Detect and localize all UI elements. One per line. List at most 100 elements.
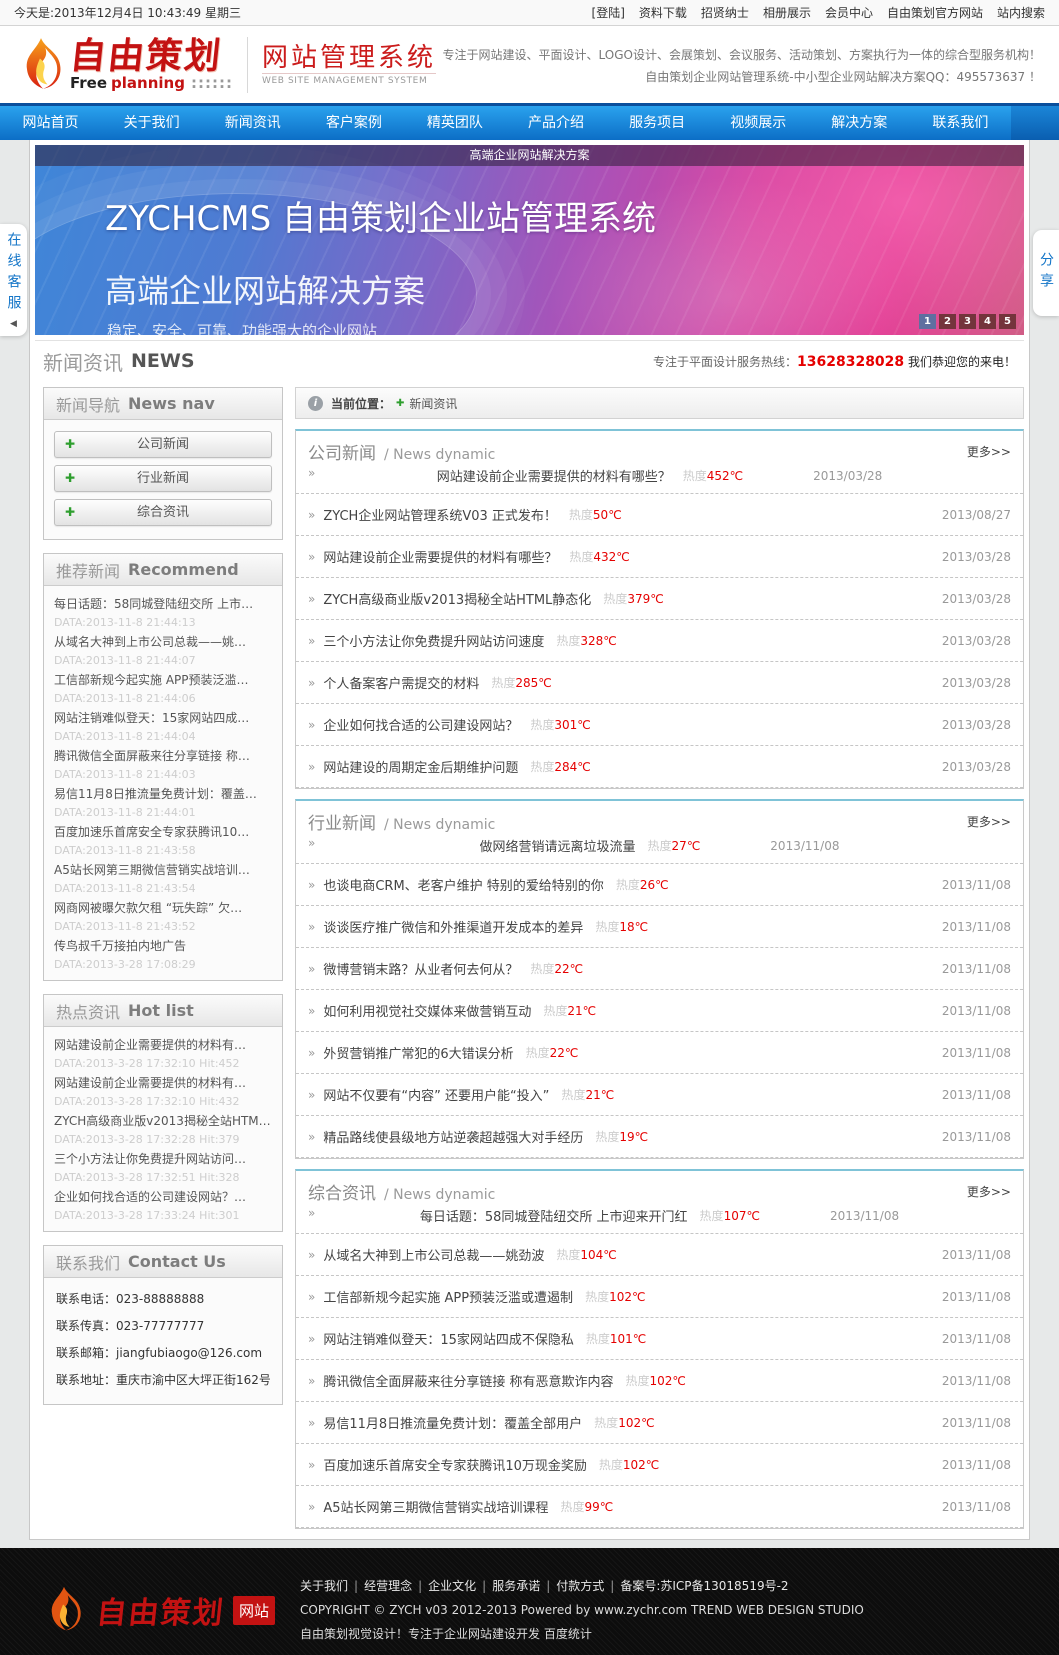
collapse-arrow-icon: ◀ xyxy=(10,318,17,329)
news-nav-title-cn: 新闻导航 xyxy=(56,395,121,415)
news-row-title[interactable]: 如何利用视觉社交媒体来做营销互动 xyxy=(323,1001,531,1020)
flame-icon xyxy=(51,1586,81,1631)
news-row-title[interactable]: 易信11月8日推流量免费计划：覆盖全部用户 xyxy=(323,1413,582,1432)
news-title[interactable]: ZYCH高级商业版v2013揭秘全站HTM… xyxy=(54,1111,272,1131)
nav-item[interactable]: 视频展示 xyxy=(708,106,809,140)
nav-item[interactable]: 客户案例 xyxy=(303,106,404,140)
news-row: » 网站建设前企业需要提供的材料有哪些？ 热度 452℃ 2013/03/28 xyxy=(296,464,1023,494)
double-arrow-icon: » xyxy=(308,1457,316,1472)
news-title[interactable]: 网站建设前企业需要提供的材料有… xyxy=(54,1073,272,1093)
news-row-title[interactable]: 企业如何找合适的公司建设网站？ xyxy=(323,715,518,734)
nav-item[interactable]: 网站首页 xyxy=(0,106,101,140)
news-row-title[interactable]: 网站建设前企业需要提供的材料有哪些？ xyxy=(437,466,671,485)
sidebar-nav-button[interactable]: ✚ 综合资讯 xyxy=(54,499,272,526)
news-title[interactable]: 网站建设前企业需要提供的材料有… xyxy=(54,1035,272,1055)
nav-item[interactable]: 产品介绍 xyxy=(505,106,606,140)
sidebar-nav-button[interactable]: ✚ 公司新闻 xyxy=(54,431,272,458)
news-row-title[interactable]: ZYCH企业网站管理系统V03 正式发布！ xyxy=(323,505,557,524)
news-row-title[interactable]: 做网络营销请远离垃圾流量 xyxy=(480,836,636,855)
footer-link[interactable]: 经营理念 xyxy=(364,1579,412,1593)
news-title[interactable]: 网商网被曝欠款欠租 “玩失踪” 欠… xyxy=(54,898,272,918)
nav-item[interactable]: 联系我们 xyxy=(910,106,1011,140)
heat-value: 21℃ xyxy=(585,1087,615,1102)
news-row-title[interactable]: 腾讯微信全面屏蔽来往分享链接 称有恶意欺诈内容 xyxy=(323,1371,613,1390)
news-row-title[interactable]: 谈谈医疗推广微信和外推渠道开发成本的差异 xyxy=(323,917,583,936)
share-tab[interactable]: 分享 xyxy=(1033,230,1059,316)
footer-link[interactable]: 关于我们 xyxy=(300,1579,348,1593)
news-row-title[interactable]: 网站不仅要有“内容” 还要用户能“投入” xyxy=(323,1085,549,1104)
news-row-title[interactable]: 网站建设前企业需要提供的材料有哪些？ xyxy=(323,547,557,566)
online-service-tab[interactable]: 在线客服 ◀ xyxy=(0,224,27,336)
heat-value: 102℃ xyxy=(622,1457,660,1472)
news-block: 综合资讯 / News dynamic 更多>> » 每日话题：58同城登陆纽交所 上市… xyxy=(295,1169,1024,1529)
news-row-title[interactable]: 网站注销难似登天：15家网站四成不保隐私 xyxy=(323,1329,574,1348)
banner-page[interactable]: 5 xyxy=(999,314,1016,329)
more-link[interactable]: 更多>> xyxy=(967,443,1011,460)
news-title[interactable]: 每日话题：58同城登陆纽交所 上市… xyxy=(54,594,272,614)
heat-label: 热度 xyxy=(525,1046,550,1060)
heat-value: 99℃ xyxy=(584,1499,614,1514)
news-row-title[interactable]: 百度加速乐首席安全专家获腾讯10万现金奖励 xyxy=(323,1455,587,1474)
news-date: 2013/03/28 xyxy=(813,468,883,483)
double-arrow-icon: » xyxy=(308,919,316,934)
nav-item[interactable]: 精英团队 xyxy=(404,106,505,140)
topbar-link[interactable]: 站内搜索 xyxy=(997,6,1045,20)
news-row-title[interactable]: 外贸营销推广常犯的6大错误分析 xyxy=(323,1043,513,1062)
news-row-title[interactable]: 工信部新规今起实施 APP预装泛滥或遭遏制 xyxy=(323,1287,573,1306)
double-arrow-icon: » xyxy=(308,1331,316,1346)
footer-link[interactable]: 企业文化 xyxy=(428,1579,476,1593)
news-nav-list: ✚ 公司新闻 ✚ 行业新闻 ✚ 综合资讯 xyxy=(44,420,282,539)
recommend-item: 易信11月8日推流量免费计划：覆盖… DATA:2013-11-8 21:44:0… xyxy=(54,784,272,822)
hot-item: 网站建设前企业需要提供的材料有… DATA:2013-3-28 17:32:10 … xyxy=(54,1073,272,1111)
news-title[interactable]: 传鸟叔千万接拍内地广告 xyxy=(54,936,272,956)
footer-link[interactable]: 付款方式 xyxy=(556,1579,604,1593)
contact-line: 联系地址：重庆市渝中区大坪正街162号 xyxy=(56,1373,270,1387)
news-title[interactable]: 企业如何找合适的公司建设网站？… xyxy=(54,1187,272,1207)
nav-item[interactable]: 解决方案 xyxy=(809,106,910,140)
banner-page[interactable]: 3 xyxy=(959,314,976,329)
recommend-item: 网站注销难似登天：15家网站四成… DATA:2013-11-8 21:44:04 xyxy=(54,708,272,746)
nav-item[interactable]: 服务项目 xyxy=(607,106,708,140)
news-title[interactable]: 易信11月8日推流量免费计划：覆盖… xyxy=(54,784,272,804)
contact-lines: 联系电话：023-88888888 联系传真：023-77777777 联系邮箱：j… xyxy=(44,1278,282,1404)
nav-item[interactable]: 新闻资讯 xyxy=(202,106,303,140)
news-row-title[interactable]: 精品路线使县级地方站逆袭超越强大对手经历 xyxy=(323,1127,583,1146)
nav-item[interactable]: 关于我们 xyxy=(101,106,202,140)
topbar-link[interactable]: 相册展示 xyxy=(763,6,811,20)
recommend-title-cn: 推荐新闻 xyxy=(56,561,121,581)
news-row-title[interactable]: ZYCH高级商业版v2013揭秘全站HTML静态化 xyxy=(323,589,591,608)
news-blocks: 公司新闻 / News dynamic 更多>> » 网站建设前企业需要提供的材料有哪些… xyxy=(295,429,1024,1529)
news-row-title[interactable]: 从域名大神到上市公司总裁——姚劲波 xyxy=(323,1245,544,1264)
banner-page[interactable]: 4 xyxy=(979,314,996,329)
more-link[interactable]: 更多>> xyxy=(967,813,1011,830)
sidebar-nav-button[interactable]: ✚ 行业新闻 xyxy=(54,465,272,492)
news-title[interactable]: 工信部新规今起实施 APP预装泛滥… xyxy=(54,670,272,690)
news-meta: DATA:2013-11-8 21:43:52 xyxy=(54,920,196,933)
news-title[interactable]: A5站长网第三期微信营销实战培训… xyxy=(54,860,272,880)
banner-page[interactable]: 1 xyxy=(919,314,936,329)
topbar-link[interactable]: 资料下载 xyxy=(639,6,687,20)
topbar-link[interactable]: 招贤纳士 xyxy=(701,6,749,20)
news-title[interactable]: 腾讯微信全面屏蔽来往分享链接 称… xyxy=(54,746,272,766)
news-row-title[interactable]: 也谈电商CRM、老客户维护 特别的爱给特别的你 xyxy=(323,875,603,894)
site-logo[interactable]: 自由策划 Free planning:::::: 网站管理系统 WEB SITE … xyxy=(18,36,436,93)
topbar-link[interactable]: 自由策划官方网站 xyxy=(887,6,983,20)
news-row: » 如何利用视觉社交媒体来做营销互动 热度 21℃ 2013/11/08 xyxy=(296,990,1023,1032)
topbar-link[interactable]: 会员中心 xyxy=(825,6,873,20)
footer-link[interactable]: 服务承诺 xyxy=(492,1579,540,1593)
breadcrumb-current[interactable]: 新闻资讯 xyxy=(409,395,457,412)
more-link[interactable]: 更多>> xyxy=(967,1183,1011,1200)
news-title[interactable]: 三个小方法让你免费提升网站访问… xyxy=(54,1149,272,1169)
news-row-title[interactable]: 三个小方法让你免费提升网站访问速度 xyxy=(323,631,544,650)
news-row-title[interactable]: A5站长网第三期微信营销实战培训课程 xyxy=(323,1497,548,1516)
banner-page[interactable]: 2 xyxy=(939,314,956,329)
news-row-title[interactable]: 个人备案客户需提交的材料 xyxy=(323,673,479,692)
news-title[interactable]: 从域名大神到上市公司总裁——姚… xyxy=(54,632,272,652)
news-title[interactable]: 网站注销难似登天：15家网站四成… xyxy=(54,708,272,728)
topbar: 今天是:2013年12月4日 10:43:49 星期三 [登陆] 资料下载 招贤纳士… xyxy=(0,0,1059,26)
news-title[interactable]: 百度加速乐首席安全专家获腾讯10… xyxy=(54,822,272,842)
news-row-title[interactable]: 每日话题：58同城登陆纽交所 上市迎来开门红 xyxy=(420,1206,688,1225)
topbar-link[interactable]: [登陆] xyxy=(592,6,625,20)
news-row-title[interactable]: 微博营销末路？从业者何去何从？ xyxy=(323,959,518,978)
news-row-title[interactable]: 网站建设的周期定金后期维护问题 xyxy=(323,757,518,776)
